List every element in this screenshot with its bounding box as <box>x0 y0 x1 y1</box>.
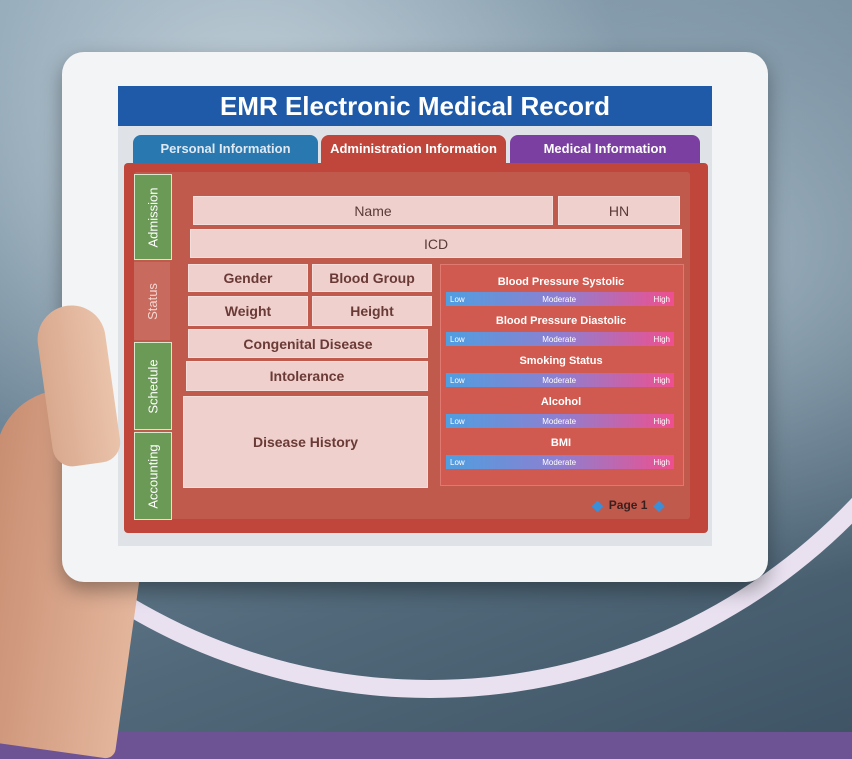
tab-personal-information[interactable]: Personal Information <box>133 135 318 163</box>
scale-high-label: High <box>653 457 670 467</box>
hn-field[interactable]: HN <box>558 196 680 225</box>
scale-high-label: High <box>653 334 670 344</box>
scale-low-label: Low <box>450 457 465 467</box>
scale-moderate-label: Moderate <box>542 416 577 426</box>
tab-administration-information[interactable]: Administration Information <box>321 135 506 163</box>
app-title: EMR Electronic Medical Record <box>118 86 712 126</box>
gender-field[interactable]: Gender <box>188 264 308 292</box>
pager: ◆ Page 1 ◆ <box>592 496 664 514</box>
metric-title-alcohol: Alcohol <box>540 396 582 408</box>
scale-moderate-label: Moderate <box>542 375 577 385</box>
scale-low-label: Low <box>450 375 465 385</box>
side-tab-schedule[interactable]: Schedule <box>134 342 172 430</box>
congenital-disease-field[interactable]: Congenital Disease <box>188 329 428 358</box>
scale-high-label: High <box>653 416 670 426</box>
metric-scale-smoking[interactable]: Low Moderate High <box>446 373 674 387</box>
scale-moderate-label: Moderate <box>542 457 577 467</box>
scale-high-label: High <box>653 294 670 304</box>
arrow-left-icon[interactable]: ◆ <box>592 497 603 514</box>
weight-field[interactable]: Weight <box>188 296 308 326</box>
intolerance-field[interactable]: Intolerance <box>186 361 428 391</box>
side-tab-label: Accounting <box>145 443 161 509</box>
scale-high-label: High <box>653 375 670 385</box>
scale-low-label: Low <box>450 294 465 304</box>
metric-title-smoking: Smoking Status <box>519 355 603 367</box>
metric-scale-alcohol[interactable]: Low Moderate High <box>446 414 674 428</box>
tab-medical-information[interactable]: Medical Information <box>510 135 700 163</box>
side-tab-accounting[interactable]: Accounting <box>134 432 172 520</box>
name-field[interactable]: Name <box>193 196 553 225</box>
scale-moderate-label: Moderate <box>542 294 577 304</box>
blood-group-field[interactable]: Blood Group <box>312 264 432 292</box>
side-tab-label: Admission <box>145 187 161 247</box>
metric-title-bp-systolic: Blood Pressure Systolic <box>497 276 625 288</box>
arrow-right-icon[interactable]: ◆ <box>653 497 664 514</box>
metric-scale-bp-systolic[interactable]: Low Moderate High <box>446 292 674 306</box>
side-tab-label: Status <box>144 282 160 320</box>
scale-moderate-label: Moderate <box>542 334 577 344</box>
side-tab-admission[interactable]: Admission <box>134 174 172 260</box>
scale-low-label: Low <box>450 416 465 426</box>
height-field[interactable]: Height <box>312 296 432 326</box>
icd-field[interactable]: ICD <box>190 229 682 258</box>
metric-scale-bmi[interactable]: Low Moderate High <box>446 455 674 469</box>
disease-history-field[interactable]: Disease History <box>183 396 428 488</box>
metric-scale-bp-diastolic[interactable]: Low Moderate High <box>446 332 674 346</box>
side-tab-label: Schedule <box>145 358 161 414</box>
side-tab-status[interactable]: Status <box>134 262 170 340</box>
scale-low-label: Low <box>450 334 465 344</box>
metric-title-bmi: BMI <box>550 437 572 449</box>
metric-title-bp-diastolic: Blood Pressure Diastolic <box>495 315 627 327</box>
page-label: Page 1 <box>608 498 648 512</box>
